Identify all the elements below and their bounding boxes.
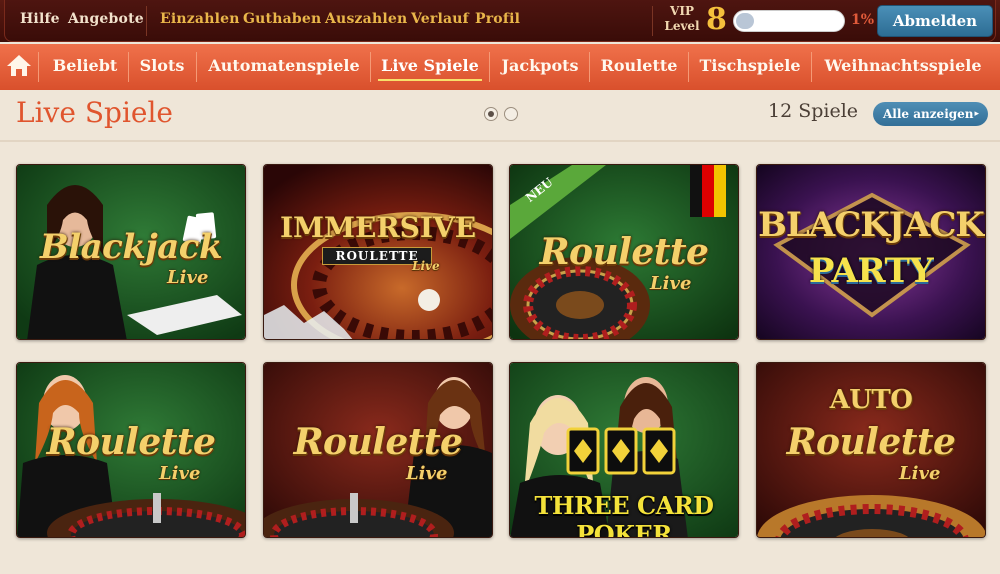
- game-tile-roulette-live-2[interactable]: Roulette Live: [16, 362, 246, 538]
- nav-item-slots[interactable]: Slots: [130, 44, 194, 88]
- nav-label: Live Spiele: [381, 56, 479, 75]
- nav-label: Slots: [139, 56, 185, 75]
- section-title: Live Spiele: [16, 96, 173, 129]
- main-nav: Beliebt Slots Automatenspiele Live Spiel…: [0, 44, 1000, 90]
- game-tile-roulette-live-neu[interactable]: NEU Roulette Live: [509, 164, 739, 340]
- game-subtitle: Live: [650, 273, 692, 294]
- balance-link[interactable]: Guthaben: [243, 11, 321, 27]
- game-title: Roulette: [786, 421, 956, 463]
- page-dot-1[interactable]: [484, 107, 498, 121]
- logout-button[interactable]: Abmelden: [877, 5, 993, 37]
- game-title: Blackjack: [39, 227, 223, 267]
- nav-divider: [489, 52, 490, 82]
- game-title: IMMERSIVE: [279, 211, 477, 244]
- game-subtitle: PARTY: [808, 251, 934, 291]
- game-tile-blackjack-live[interactable]: Blackjack Live: [16, 164, 246, 340]
- nav-item-automatenspiele[interactable]: Automatenspiele: [198, 44, 370, 88]
- nav-item-beliebt[interactable]: Beliebt: [44, 44, 126, 88]
- nav-item-tischspiele[interactable]: Tischspiele: [690, 44, 810, 88]
- help-link[interactable]: Hilfe: [20, 11, 60, 27]
- game-title: Roulette: [46, 421, 216, 463]
- nav-divider: [370, 52, 371, 82]
- game-subtitle: Live: [406, 463, 448, 484]
- game-title: THREE CARD POKER: [534, 491, 714, 538]
- section-divider: [0, 140, 1000, 142]
- vip-label: VIP Level: [661, 4, 703, 34]
- game-tile-roulette-live-3[interactable]: Roulette Live: [263, 362, 493, 538]
- deposit-link[interactable]: Einzahlen: [160, 11, 240, 27]
- game-subtitle: Live: [167, 267, 209, 288]
- active-underline: [378, 79, 482, 81]
- header-divider: [652, 6, 653, 36]
- game-title: Roulette: [293, 421, 463, 463]
- vip-label-line2: Level: [664, 19, 700, 33]
- game-tile-blackjack-party[interactable]: BLACKJACK PARTY: [756, 164, 986, 340]
- nav-label: Tischspiele: [699, 56, 801, 75]
- vip-progress-text: 1%: [851, 12, 875, 28]
- nav-divider: [196, 52, 197, 82]
- vip-level-number: 8: [706, 2, 727, 37]
- nav-label: Automatenspiele: [208, 56, 360, 75]
- vip-progress-bar: [733, 10, 845, 32]
- offers-link[interactable]: Angebote: [68, 11, 144, 27]
- game-count: 12 Spiele: [768, 100, 859, 122]
- game-tile-three-card-poker[interactable]: THREE CARD POKER: [509, 362, 739, 538]
- history-link[interactable]: Verlauf: [411, 11, 469, 27]
- nav-label: Weihnachtsspiele: [824, 56, 982, 75]
- nav-item-live-spiele[interactable]: Live Spiele: [372, 44, 488, 88]
- nav-divider: [38, 52, 39, 82]
- withdraw-link[interactable]: Auszahlen: [325, 11, 407, 27]
- nav-label: Beliebt: [52, 56, 118, 75]
- game-subtitle: Live: [159, 463, 201, 484]
- vip-label-line1: VIP: [670, 4, 694, 18]
- nav-item-weihnachtsspiele[interactable]: Weihnachtsspiele: [813, 44, 993, 88]
- game-title: Roulette: [539, 231, 709, 273]
- nav-divider: [128, 52, 129, 82]
- game-title: BLACKJACK: [758, 205, 985, 245]
- game-subtitle-live: Live: [412, 259, 440, 273]
- game-subtitle: Live: [899, 463, 941, 484]
- page-dot-2[interactable]: [504, 107, 518, 121]
- game-tile-immersive-roulette[interactable]: IMMERSIVE ROULETTE Live: [263, 164, 493, 340]
- home-icon[interactable]: [6, 53, 32, 77]
- nav-divider: [589, 52, 590, 82]
- top-bar: Hilfe Angebote Einzahlen Guthaben Auszah…: [0, 0, 1000, 42]
- arrow-right-icon: ▸: [974, 109, 979, 119]
- nav-label: Roulette: [600, 56, 678, 75]
- nav-divider: [811, 52, 812, 82]
- nav-item-jackpots[interactable]: Jackpots: [491, 44, 589, 88]
- vip-progress-fill: [736, 13, 754, 29]
- nav-divider: [688, 52, 689, 82]
- profile-link[interactable]: Profil: [475, 11, 520, 27]
- nav-item-roulette[interactable]: Roulette: [591, 44, 687, 88]
- header-divider: [146, 6, 147, 36]
- game-tile-auto-roulette-live[interactable]: AUTO Roulette Live: [756, 362, 986, 538]
- show-all-label: Alle anzeigen: [883, 107, 974, 121]
- nav-label: Jackpots: [501, 56, 579, 75]
- show-all-button[interactable]: Alle anzeigen ▸: [873, 102, 988, 126]
- game-top-label: AUTO: [829, 385, 913, 415]
